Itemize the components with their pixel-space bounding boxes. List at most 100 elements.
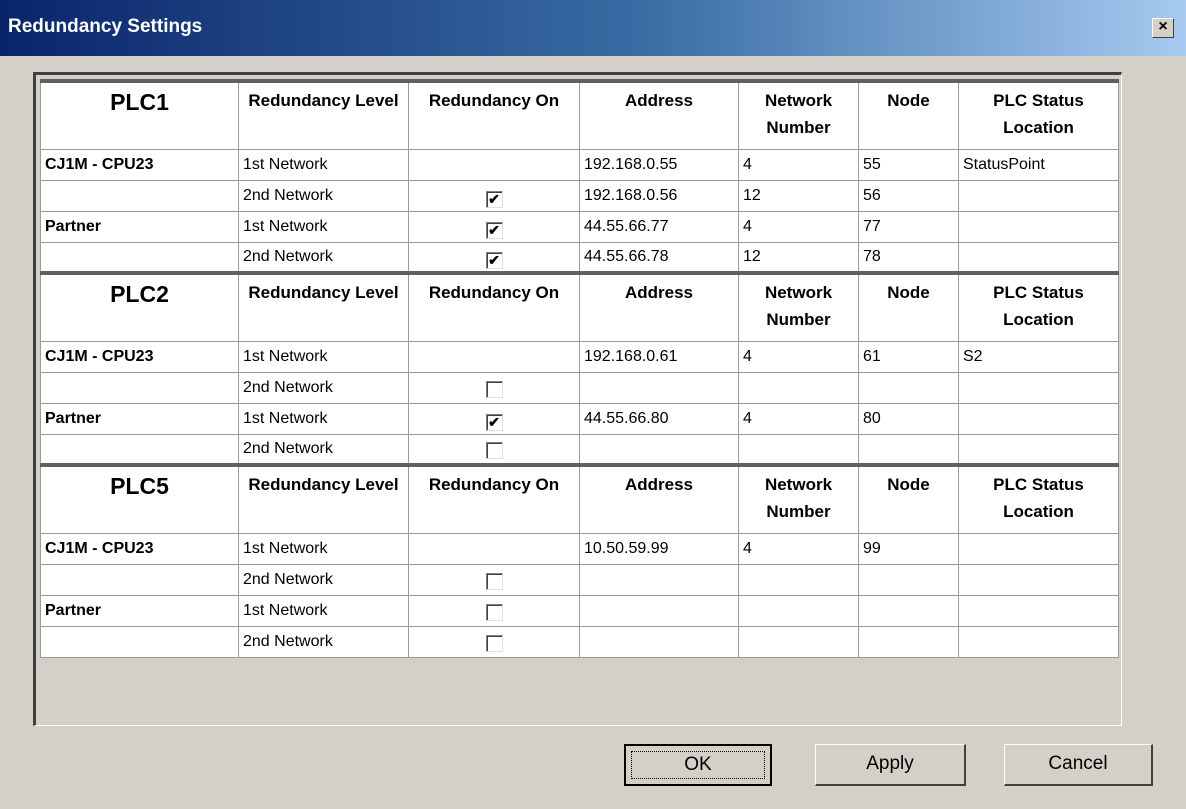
column-header: Redundancy Level — [238, 464, 409, 534]
redundancy-on-cell[interactable] — [408, 625, 580, 658]
node-cell[interactable] — [858, 625, 959, 658]
plc-status-location-cell[interactable] — [958, 210, 1119, 243]
device-cell: Partner — [40, 210, 239, 243]
redundancy-on-checkbox[interactable] — [485, 380, 503, 398]
plc-status-location-cell[interactable] — [958, 241, 1119, 274]
network-number-cell[interactable]: 4 — [738, 532, 859, 565]
redundancy-on-checkbox[interactable]: ✔ — [485, 221, 503, 239]
redundancy-on-checkbox[interactable] — [485, 603, 503, 621]
node-cell[interactable]: 99 — [858, 532, 959, 565]
group-header-row: PLC2 Redundancy Level Redundancy On Address… — [40, 272, 1119, 342]
network-number-cell[interactable]: 4 — [738, 210, 859, 243]
network-number-cell[interactable] — [738, 433, 859, 466]
redundancy-on-cell[interactable]: ✔ — [408, 210, 580, 243]
table-row: Partner 1st Network ✔ 44.55.66.77 4 77 — [40, 210, 1119, 243]
address-cell[interactable]: 44.55.66.80 — [579, 402, 739, 435]
redundancy-on-cell[interactable] — [408, 594, 580, 627]
plc-status-location-cell[interactable] — [958, 402, 1119, 435]
device-cell: CJ1M - CPU23 — [40, 340, 239, 373]
redundancy-on-checkbox[interactable] — [485, 634, 503, 652]
redundancy-on-checkbox[interactable]: ✔ — [485, 190, 503, 208]
device-cell — [40, 433, 239, 466]
redundancy-on-cell[interactable]: ✔ — [408, 402, 580, 435]
network-number-cell[interactable]: 12 — [738, 179, 859, 212]
plc-status-location-cell[interactable] — [958, 625, 1119, 658]
redundancy-on-checkbox[interactable]: ✔ — [485, 251, 503, 269]
node-cell[interactable]: 55 — [858, 148, 959, 181]
table-row: 2nd Network — [40, 371, 1119, 404]
node-cell[interactable]: 61 — [858, 340, 959, 373]
redundancy-level-cell: 1st Network — [238, 210, 409, 243]
address-cell[interactable]: 192.168.0.56 — [579, 179, 739, 212]
address-cell[interactable] — [579, 563, 739, 596]
redundancy-level-cell: 2nd Network — [238, 179, 409, 212]
redundancy-table: PLC1 Redundancy Level Redundancy On Address… — [40, 79, 1119, 658]
table-row: CJ1M - CPU23 1st Network 10.50.59.99 4 99 — [40, 532, 1119, 565]
redundancy-on-cell[interactable]: ✔ — [408, 179, 580, 212]
network-number-cell[interactable] — [738, 594, 859, 627]
apply-button[interactable]: Apply — [815, 744, 966, 786]
redundancy-level-cell: 2nd Network — [238, 433, 409, 466]
plc-status-location-cell[interactable] — [958, 433, 1119, 466]
redundancy-on-checkbox[interactable] — [485, 572, 503, 590]
node-cell[interactable] — [858, 563, 959, 596]
node-cell[interactable] — [858, 371, 959, 404]
device-cell — [40, 371, 239, 404]
network-number-cell[interactable] — [738, 563, 859, 596]
redundancy-level-cell: 1st Network — [238, 532, 409, 565]
column-header: Redundancy On — [408, 464, 580, 534]
column-header: Redundancy On — [408, 272, 580, 342]
redundancy-on-checkbox[interactable]: ✔ — [485, 413, 503, 431]
address-cell[interactable] — [579, 371, 739, 404]
title-bar[interactable]: Redundancy Settings × — [0, 0, 1186, 56]
network-number-cell[interactable]: 4 — [738, 402, 859, 435]
redundancy-on-cell[interactable] — [408, 563, 580, 596]
close-button[interactable]: × — [1152, 18, 1174, 38]
plc-status-location-cell[interactable] — [958, 371, 1119, 404]
redundancy-level-cell: 1st Network — [238, 340, 409, 373]
ok-button[interactable]: OK — [624, 744, 772, 786]
column-header: Redundancy Level — [238, 80, 409, 150]
network-number-cell[interactable]: 12 — [738, 241, 859, 274]
column-header: Redundancy On — [408, 80, 580, 150]
plc-status-location-cell[interactable]: StatusPoint — [958, 148, 1119, 181]
node-cell[interactable] — [858, 594, 959, 627]
address-cell[interactable]: 44.55.66.77 — [579, 210, 739, 243]
dialog-title: Redundancy Settings — [8, 16, 203, 37]
redundancy-level-cell: 1st Network — [238, 402, 409, 435]
table-row: 2nd Network — [40, 433, 1119, 466]
address-cell[interactable]: 192.168.0.61 — [579, 340, 739, 373]
plc-status-location-cell[interactable] — [958, 532, 1119, 565]
address-cell[interactable] — [579, 433, 739, 466]
node-cell[interactable] — [858, 433, 959, 466]
redundancy-on-checkbox[interactable] — [485, 441, 503, 459]
network-number-cell[interactable] — [738, 625, 859, 658]
column-header: Address — [579, 272, 739, 342]
redundancy-on-cell[interactable] — [408, 433, 580, 466]
address-cell[interactable]: 44.55.66.78 — [579, 241, 739, 274]
plc-status-location-cell[interactable] — [958, 179, 1119, 212]
plc-status-location-cell[interactable] — [958, 563, 1119, 596]
address-cell[interactable] — [579, 594, 739, 627]
node-cell[interactable]: 56 — [858, 179, 959, 212]
address-cell[interactable] — [579, 625, 739, 658]
column-header: Redundancy Level — [238, 272, 409, 342]
redundancy-on-cell[interactable] — [408, 371, 580, 404]
address-cell[interactable]: 192.168.0.55 — [579, 148, 739, 181]
plc-status-location-cell[interactable]: S2 — [958, 340, 1119, 373]
table-row: CJ1M - CPU23 1st Network 192.168.0.61 4 61 S2 — [40, 340, 1119, 373]
device-cell — [40, 625, 239, 658]
network-number-cell[interactable]: 4 — [738, 148, 859, 181]
cancel-button[interactable]: Cancel — [1004, 744, 1153, 786]
node-cell[interactable]: 80 — [858, 402, 959, 435]
node-cell[interactable]: 78 — [858, 241, 959, 274]
network-number-cell[interactable]: 4 — [738, 340, 859, 373]
redundancy-on-cell[interactable]: ✔ — [408, 241, 580, 274]
node-cell[interactable]: 77 — [858, 210, 959, 243]
column-header: Node — [858, 80, 959, 150]
column-header: Network Number — [738, 272, 859, 342]
address-cell[interactable]: 10.50.59.99 — [579, 532, 739, 565]
table-row: 2nd Network — [40, 625, 1119, 658]
network-number-cell[interactable] — [738, 371, 859, 404]
plc-status-location-cell[interactable] — [958, 594, 1119, 627]
